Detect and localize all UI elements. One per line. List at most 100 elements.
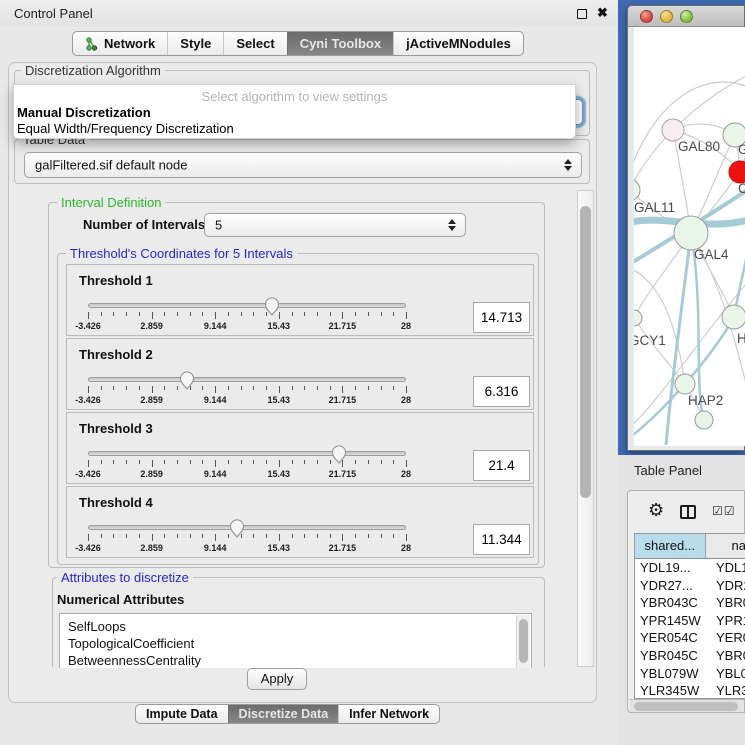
table-cell-shared-name: YBR043C: [635, 594, 709, 612]
network-node-label: GAL80: [678, 139, 720, 154]
tick-mark: [113, 460, 114, 464]
table-data-combobox-value: galFiltered.sif default node: [35, 158, 187, 173]
table-row[interactable]: YPR145WYPR1: [635, 612, 745, 630]
network-node-label: H: [737, 331, 745, 346]
tick-mark: [330, 460, 331, 464]
tab-infer-network[interactable]: Infer Network: [338, 705, 439, 723]
popup-menu-item[interactable]: Equal Width/Frequency Discretization: [17, 121, 234, 136]
settings-scrollbar[interactable]: [577, 190, 594, 667]
network-window-titlebar[interactable]: [628, 6, 744, 27]
network-node-green[interactable]: [695, 411, 713, 429]
table-cell-shared-name: YER054C: [635, 629, 709, 647]
tick-mark: [139, 312, 140, 316]
tab-impute-data[interactable]: Impute Data: [136, 705, 228, 723]
numerical-attributes-list[interactable]: SelfLoopsTopologicalCoefficientBetweenne…: [59, 613, 532, 668]
tab-select[interactable]: Select: [223, 32, 286, 55]
float-window-icon[interactable]: [577, 9, 587, 19]
table-row[interactable]: YBL079WYBL0: [635, 665, 745, 683]
network-node-label: GAL4: [694, 247, 729, 262]
threshold-value-field[interactable]: 11.344: [473, 524, 530, 555]
network-node-green[interactable]: [634, 179, 640, 201]
network-node-pink[interactable]: [662, 119, 684, 141]
threshold-value-field[interactable]: 21.4: [473, 450, 530, 481]
table-row[interactable]: YLR345WYLR3: [635, 682, 745, 699]
slider-ticks: [88, 312, 406, 320]
network-nodes[interactable]: [634, 119, 745, 429]
settings-scrollbar-thumb[interactable]: [580, 206, 591, 498]
list-scrollbar-thumb[interactable]: [519, 619, 528, 663]
zoom-traffic-light-icon[interactable]: [680, 10, 693, 23]
tick-label: 2.859: [140, 543, 163, 553]
attribute-list-item[interactable]: SelfLoops: [60, 618, 531, 635]
gear-icon[interactable]: ⚙: [648, 500, 664, 521]
table-header-row: shared... na: [635, 534, 745, 559]
num-intervals-combobox[interactable]: 5: [204, 213, 466, 237]
tick-mark: [393, 312, 394, 316]
popup-menu-item[interactable]: Manual Discretization: [17, 105, 151, 120]
tick-mark: [317, 386, 318, 390]
tick-mark: [342, 312, 343, 319]
slider-track[interactable]: [88, 451, 406, 456]
tab-style[interactable]: Style: [167, 32, 223, 55]
control-panel-title: Control Panel: [14, 6, 93, 21]
tick-mark: [342, 386, 343, 393]
table-horizontal-scrollbar[interactable]: [630, 699, 744, 712]
tick-label: 15.43: [268, 395, 291, 405]
list-scrollbar[interactable]: [516, 615, 530, 668]
threshold-value-field[interactable]: 6.316: [473, 376, 530, 407]
table-row[interactable]: YDL19...YDL1: [635, 559, 745, 577]
slider-ticks: [88, 534, 406, 542]
network-icon: [85, 37, 98, 51]
network-node-green[interactable]: [722, 305, 745, 329]
network-window[interactable]: GAL80GACGAL11GAL4GCY1HHAP2: [627, 5, 745, 451]
column-layout-icon[interactable]: [680, 505, 696, 519]
attribute-list-item[interactable]: BetweennessCentrality: [60, 652, 531, 668]
tick-mark: [113, 386, 114, 390]
threshold-label: Threshold 3: [79, 421, 153, 436]
tab-network[interactable]: Network: [73, 32, 167, 55]
tick-mark: [101, 386, 102, 390]
column-header-name[interactable]: na: [706, 534, 745, 558]
network-node-green[interactable]: [674, 216, 708, 250]
tab-cyni-toolbox[interactable]: Cyni Toolbox: [287, 32, 393, 55]
tick-mark: [381, 386, 382, 390]
network-node-red[interactable]: [729, 161, 745, 183]
tick-label: 9.144: [204, 543, 227, 553]
network-canvas[interactable]: GAL80GACGAL11GAL4GCY1HHAP2: [634, 27, 745, 446]
table-row[interactable]: YDR27...YDR2: [635, 577, 745, 595]
slider-track[interactable]: [88, 377, 406, 382]
tick-mark: [152, 460, 153, 467]
table-row[interactable]: YBR045CYBR0: [635, 647, 745, 665]
table-cell-shared-name: YLR345W: [635, 682, 709, 699]
minimize-traffic-light-icon[interactable]: [660, 10, 673, 23]
tab-label: jActiveMNodules: [406, 36, 511, 51]
table-horizontal-scrollbar-thumb[interactable]: [634, 702, 738, 711]
tick-mark: [202, 534, 203, 538]
close-traffic-light-icon[interactable]: [640, 10, 653, 23]
attribute-list-item[interactable]: TopologicalCoefficient: [60, 635, 531, 652]
threshold-value-field[interactable]: 14.713: [473, 302, 530, 333]
tick-label: 21.715: [329, 395, 357, 405]
table-row[interactable]: YER054CYER0: [635, 629, 745, 647]
close-icon[interactable]: ✖: [597, 5, 608, 21]
tick-mark: [279, 312, 280, 319]
network-node-green[interactable]: [675, 374, 695, 394]
tick-mark: [101, 534, 102, 538]
tab-discretize-data[interactable]: Discretize Data: [228, 705, 339, 723]
select-columns-icon[interactable]: ☑☑: [712, 504, 736, 518]
tick-mark: [406, 534, 407, 541]
table-row[interactable]: YBR043CYBR0: [635, 594, 745, 612]
column-header-shared-name[interactable]: shared...: [635, 534, 706, 558]
slider-track[interactable]: [88, 303, 406, 308]
tick-mark: [304, 460, 305, 464]
apply-button[interactable]: Apply: [247, 668, 307, 690]
tick-mark: [202, 312, 203, 316]
tick-label: 15.43: [268, 543, 291, 553]
network-node-green[interactable]: [634, 310, 642, 326]
tab-jactivemnodules[interactable]: jActiveMNodules: [393, 32, 523, 55]
network-node-label: GAL11: [634, 200, 675, 215]
tick-mark: [342, 460, 343, 467]
slider-track[interactable]: [88, 525, 406, 530]
table-data-combobox[interactable]: galFiltered.sif default node: [24, 152, 582, 178]
tick-label: 28: [401, 469, 411, 479]
